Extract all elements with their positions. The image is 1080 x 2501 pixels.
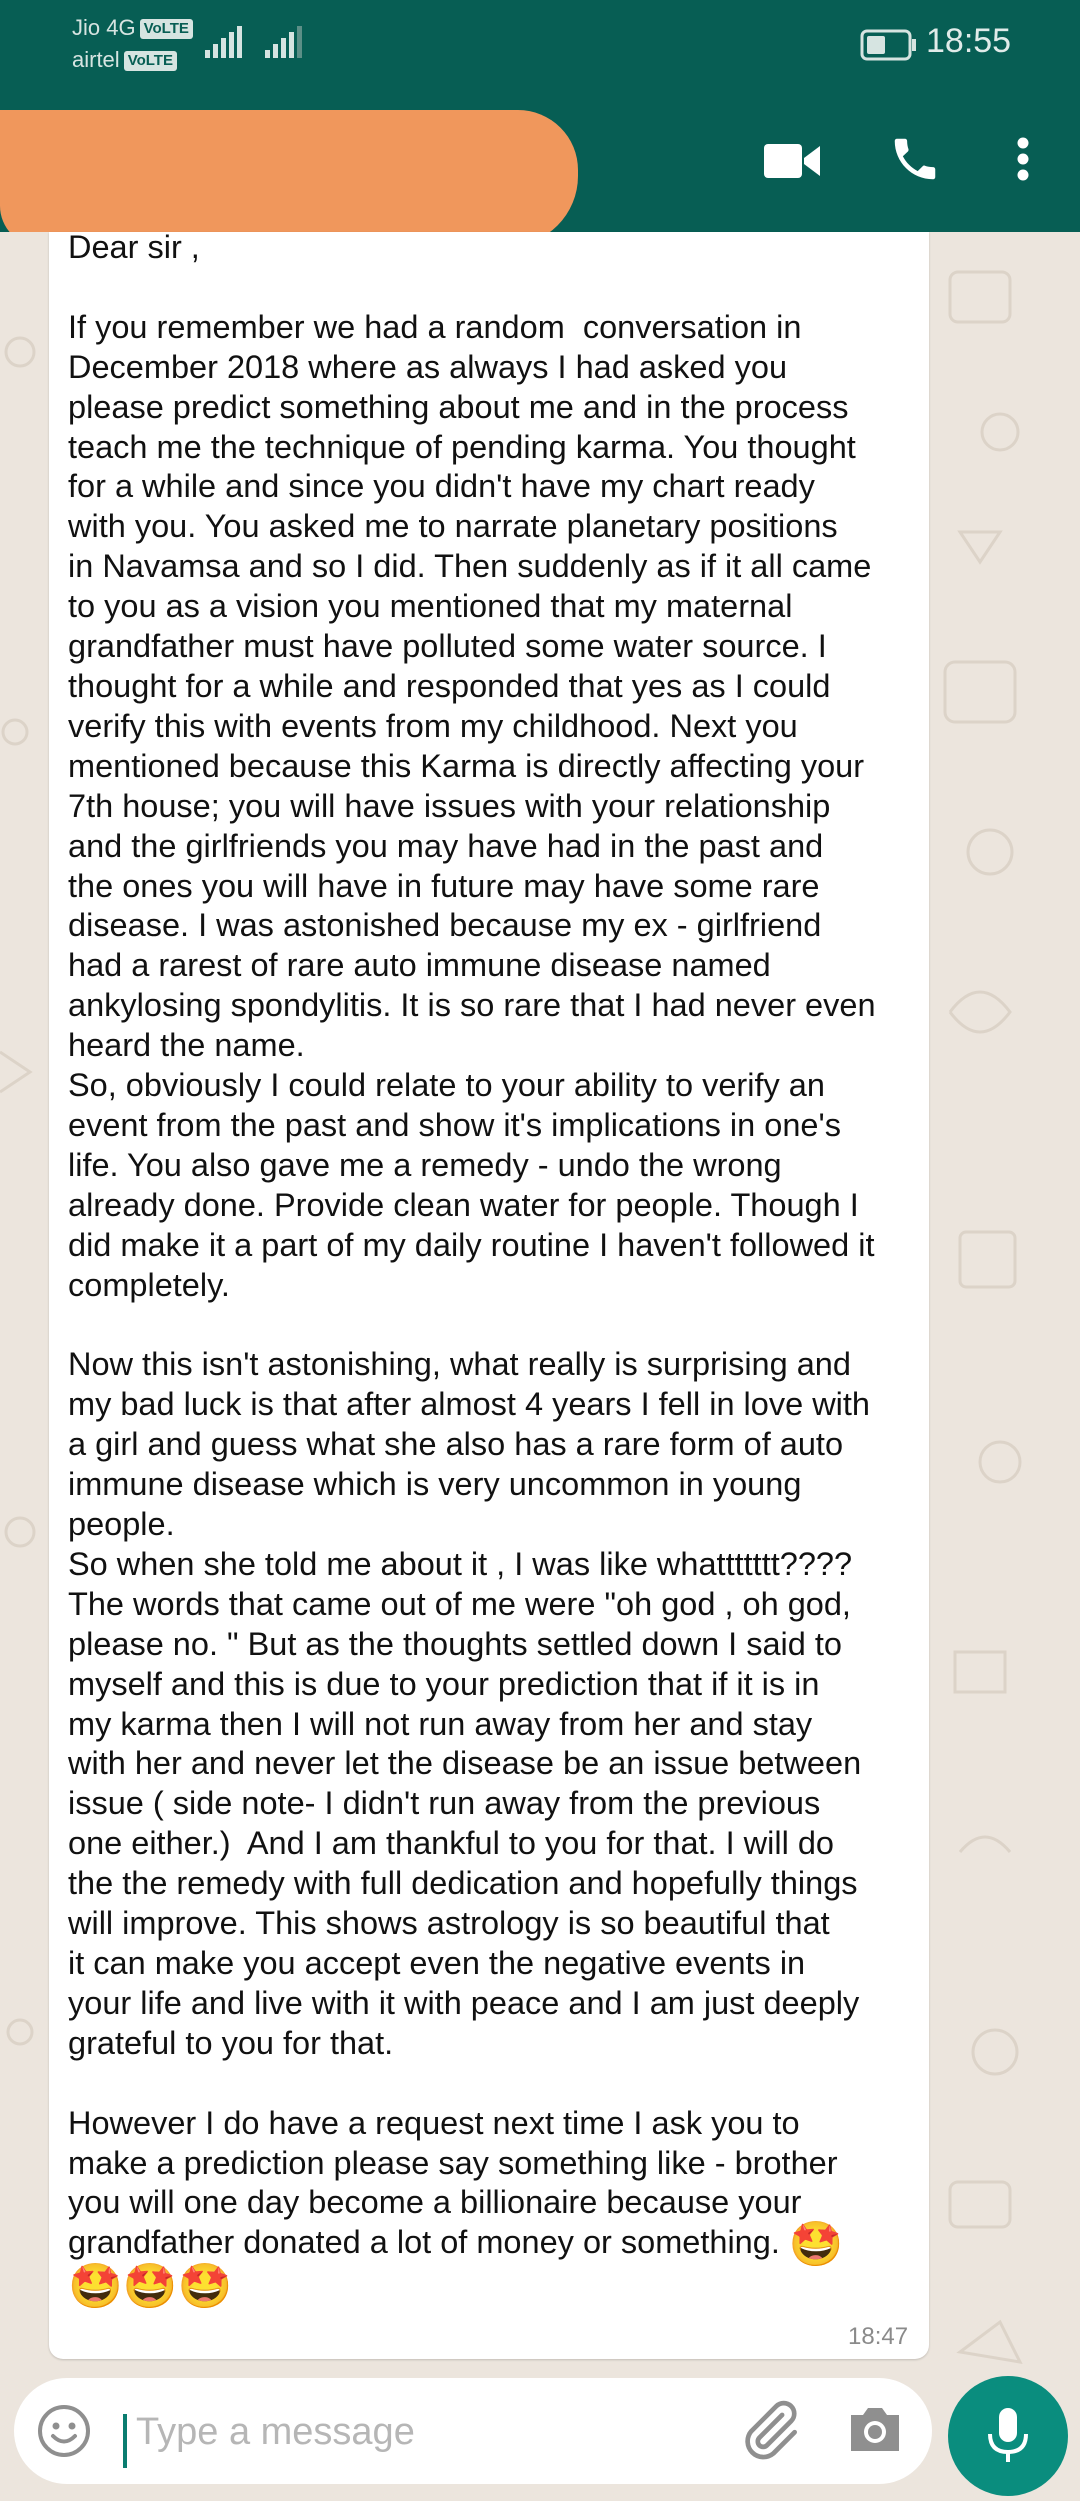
voice-call-icon[interactable]: [888, 132, 942, 186]
mic-icon: [988, 2408, 1028, 2462]
carrier-1-name: Jio 4G: [72, 15, 136, 40]
carrier-2-name: airtel: [72, 47, 120, 72]
clock: 18:55: [926, 22, 1012, 60]
camera-icon[interactable]: [847, 2403, 903, 2455]
emoji-icon[interactable]: [36, 2403, 92, 2459]
volte-badge-1: VoLTE: [139, 19, 193, 40]
message-timestamp: 18:47: [848, 2323, 909, 2350]
video-call-icon[interactable]: [764, 140, 822, 182]
battery-icon: [860, 29, 916, 61]
volte-badge-2: VoLTE: [123, 51, 177, 72]
signal-icon-2: [265, 26, 302, 58]
star-struck-emoji-row: 🤩🤩🤩: [68, 2262, 233, 2312]
message-body: Dear sir , If you remember we had a rand…: [68, 229, 876, 2261]
contact-name-redaction: [0, 110, 578, 246]
more-options-icon[interactable]: [1012, 136, 1034, 182]
mic-button[interactable]: [948, 2376, 1068, 2496]
star-struck-emoji: 🤩: [788, 2220, 844, 2270]
status-bar: Jio 4G VoLTE airtel VoLTE 18:55: [0, 0, 1080, 90]
attach-icon[interactable]: [734, 2396, 804, 2466]
carrier-1: Jio 4G VoLTE: [72, 14, 193, 42]
signal-icon-1: [205, 26, 242, 58]
message-input[interactable]: [122, 2398, 738, 2466]
message-composer: [14, 2378, 932, 2484]
carrier-2: airtel VoLTE: [72, 46, 177, 74]
message-text: Dear sir , If you remember we had a rand…: [68, 228, 920, 2309]
